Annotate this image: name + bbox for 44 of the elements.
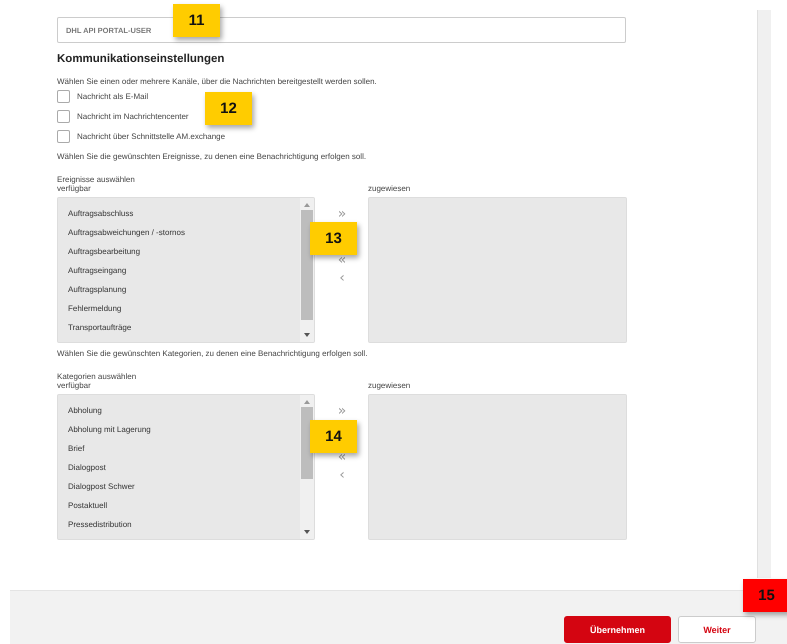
list-item[interactable]: Abholung mit Lagerung (68, 420, 300, 439)
checkbox-label: Nachricht über Schnittstelle AM.exchange (77, 132, 226, 140)
scrollbar[interactable] (300, 198, 314, 342)
list-item[interactable]: Fehlermeldung (68, 299, 300, 318)
list-item[interactable]: Brief (68, 439, 300, 458)
scroll-up-icon[interactable] (303, 399, 311, 405)
list-item[interactable]: Auftragsplanung (68, 280, 300, 299)
picker-title: Kategorien auswählen (57, 372, 138, 381)
available-label: verfügbar (57, 381, 92, 392)
picker-hint: Wählen Sie die gewünschten Ereignisse, zu denen eine Benachrichtigung erfolgen soll. (57, 152, 368, 161)
callout-badge: 11 (173, 4, 220, 37)
callout-badge: 14 (310, 420, 357, 453)
available-label: verfügbar (57, 184, 92, 195)
callout-badge: 12 (205, 92, 252, 125)
list-item[interactable]: Auftragseingang (68, 261, 300, 280)
scroll-down-icon[interactable] (303, 529, 311, 535)
callout-badge: 15 (743, 579, 787, 612)
scroll-up-icon[interactable] (303, 202, 311, 208)
scroll-down-icon[interactable] (303, 332, 311, 338)
next-button[interactable]: Weiter (678, 616, 756, 643)
assigned-label: zugewiesen (368, 184, 412, 195)
list-item[interactable]: Dialogpost (68, 458, 300, 477)
list-item[interactable]: Dialogpost Schwer (68, 477, 300, 496)
list-item[interactable]: Transportaufträge (68, 318, 300, 337)
callout-badge: 13 (310, 222, 357, 255)
channels-hint: Wählen Sie einen oder mehrere Kanäle, über die Nachrichten bereitgestellt werden sollen. (57, 77, 378, 86)
scrollbar[interactable] (300, 395, 314, 539)
picker-hint: Wählen Sie die gewünschten Kategorien, zu denen eine Benachrichtigung erfolgen soll. (57, 349, 368, 358)
checkbox[interactable] (57, 130, 70, 142)
list-item[interactable]: Pressedistribution (68, 515, 300, 534)
checkbox-label: Nachricht im Nachrichtencenter (77, 112, 189, 120)
assigned-label: zugewiesen (368, 381, 412, 392)
checkbox[interactable] (57, 90, 70, 102)
list-item[interactable]: Postaktuell (68, 496, 300, 515)
list-item[interactable]: Auftragsbearbeitung (68, 242, 300, 261)
section-heading: Kommunikationseinstellungen (57, 53, 226, 65)
checkbox-label: Nachricht als E-Mail (77, 92, 148, 100)
page-scrollbar[interactable] (757, 10, 771, 578)
list-item[interactable]: Abholung (68, 401, 300, 420)
list-item[interactable]: Auftragsabweichungen / -stornos (68, 223, 300, 242)
list-item[interactable]: Auftragsabschluss (68, 204, 300, 223)
checkbox[interactable] (57, 110, 70, 122)
apply-button[interactable]: Übernehmen (564, 616, 671, 643)
picker-title: Ereignisse auswählen (57, 175, 136, 184)
